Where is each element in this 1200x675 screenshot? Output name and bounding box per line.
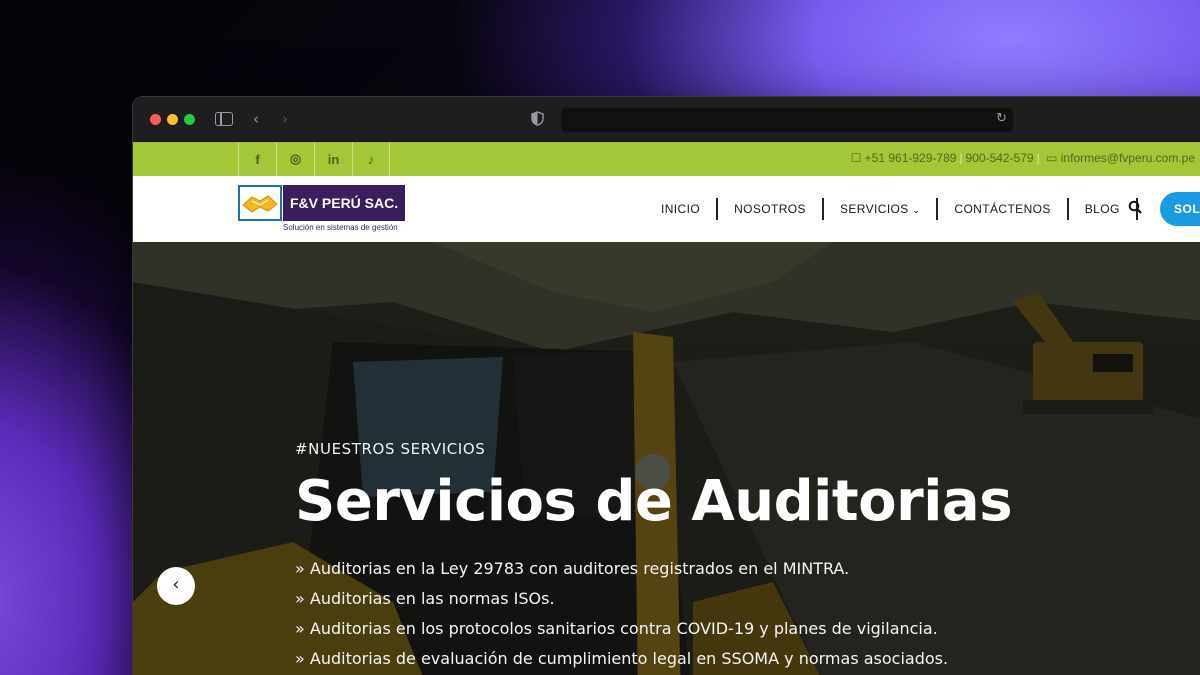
hero-kicker: #NUESTROS SERVICIOS bbox=[295, 440, 486, 458]
main-menu: INICIO NOSOTROS SERVICIOS ⌄ CONTÁCTENOS … bbox=[645, 176, 1138, 242]
browser-window: ‹ › ↻ f ◎ in ♪ ☐ +51 961-929-789 | 900-542… bbox=[133, 97, 1200, 675]
hero-bullet: » Auditorias en los protocolos sanitario… bbox=[295, 619, 938, 638]
forward-arrow-icon[interactable]: › bbox=[282, 110, 288, 128]
hero-bullet-list: » Auditorias en la Ley 29783 con auditor… bbox=[295, 554, 1012, 674]
linkedin-icon[interactable]: in bbox=[314, 142, 352, 176]
logo-tagline: Solución en sistemas de gestión bbox=[283, 223, 398, 232]
hero-bullet: » Auditorias en la Ley 29783 con auditor… bbox=[295, 559, 850, 578]
hero-title: Servicios de Auditorias bbox=[295, 469, 1013, 534]
contact-info: ☐ +51 961-929-789 | 900-542-579 | ▭ informe… bbox=[850, 151, 1195, 165]
social-links: f ◎ in ♪ bbox=[238, 142, 390, 176]
chevron-down-icon: ⌄ bbox=[912, 205, 921, 215]
address-bar[interactable]: ↻ bbox=[561, 108, 1013, 132]
logo-name: F&V PERÚ SAC. bbox=[283, 185, 406, 221]
instagram-icon[interactable]: ◎ bbox=[276, 142, 314, 176]
browser-chrome: ‹ › ↻ bbox=[133, 97, 1200, 142]
tiktok-icon[interactable]: ♪ bbox=[352, 142, 390, 176]
hero-bullet: » Auditorias en las normas ISOs. bbox=[295, 589, 555, 608]
minimize-window-button[interactable] bbox=[167, 114, 178, 125]
facebook-icon[interactable]: f bbox=[238, 142, 276, 176]
phone-number[interactable]: +51 961-929-789 bbox=[865, 151, 957, 165]
top-contact-bar: f ◎ in ♪ ☐ +51 961-929-789 | 900-542-579 | … bbox=[133, 142, 1200, 176]
phone-number-2[interactable]: 900-542-579 bbox=[966, 151, 1034, 165]
solicitar-button[interactable]: SOLI bbox=[1160, 192, 1200, 226]
hero-content: #NUESTROS SERVICIOS Servicios de Auditor… bbox=[295, 440, 1013, 674]
phone-icon: ☐ bbox=[850, 151, 862, 165]
handshake-icon bbox=[238, 185, 282, 221]
menu-item-inicio[interactable]: INICIO bbox=[645, 198, 719, 220]
slider-prev-button[interactable]: ‹ bbox=[157, 567, 195, 605]
main-navbar: F&V PERÚ SAC. Solución en sistemas de ge… bbox=[133, 176, 1200, 242]
privacy-shield-icon[interactable] bbox=[531, 111, 544, 126]
company-logo[interactable]: F&V PERÚ SAC. Solución en sistemas de ge… bbox=[238, 185, 406, 233]
email-link[interactable]: informes@fvperu.com.pe bbox=[1061, 151, 1195, 165]
menu-item-servicios[interactable]: SERVICIOS ⌄ bbox=[824, 198, 939, 220]
maximize-window-button[interactable] bbox=[184, 114, 195, 125]
hero-bullet: » Auditorias de evaluación de cumplimien… bbox=[295, 649, 949, 668]
menu-item-contactenos[interactable]: CONTÁCTENOS bbox=[938, 198, 1069, 220]
sidebar-toggle-icon[interactable] bbox=[215, 112, 233, 126]
search-icon[interactable] bbox=[1128, 200, 1142, 214]
reload-icon[interactable]: ↻ bbox=[996, 111, 1007, 126]
back-arrow-icon[interactable]: ‹ bbox=[253, 110, 259, 128]
menu-item-nosotros[interactable]: NOSOTROS bbox=[718, 198, 824, 220]
hero-slider: #NUESTROS SERVICIOS Servicios de Auditor… bbox=[133, 242, 1200, 675]
close-window-button[interactable] bbox=[150, 114, 161, 125]
message-icon: ▭ bbox=[1046, 151, 1058, 165]
menu-item-servicios-label: SERVICIOS bbox=[839, 202, 909, 216]
